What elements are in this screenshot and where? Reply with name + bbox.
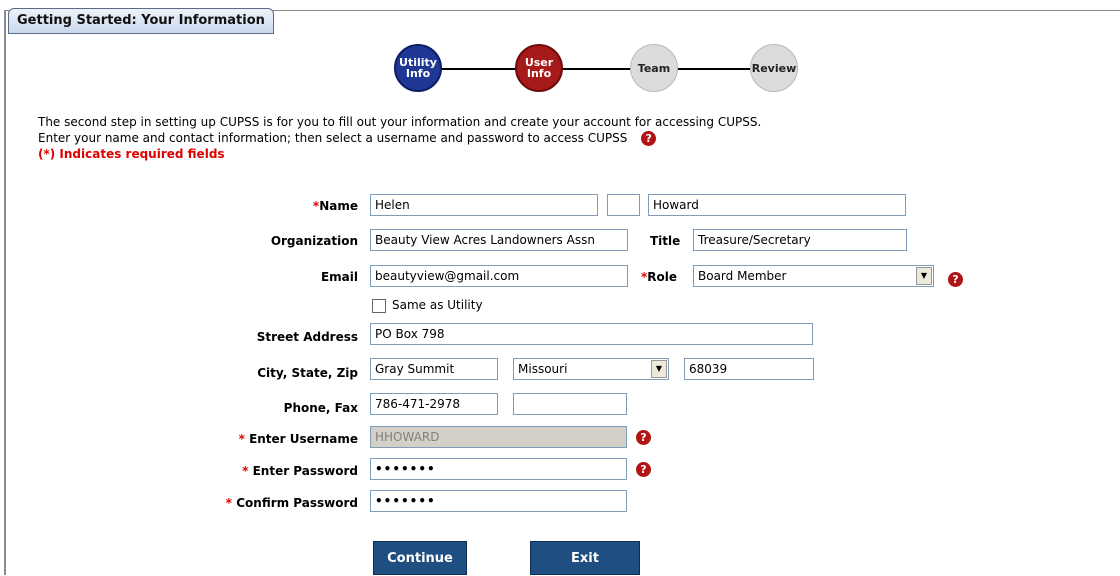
confirm-password-input[interactable]: ••••••• [370,490,627,512]
city-input[interactable]: Gray Summit [370,358,498,380]
username-label: * Enter Username [238,432,358,446]
password-input[interactable]: ••••••• [370,458,627,480]
email-label: Email [320,270,358,284]
first-name-input[interactable]: Helen [370,194,598,216]
role-label: *Role [641,270,678,284]
username-help-icon[interactable]: ? [636,430,651,445]
page-title-tab: Getting Started: Your Information [8,8,274,34]
name-label: *Name [312,199,358,213]
intro-line-1: The second step in setting up CUPSS is f… [38,115,762,129]
step-connector [438,68,520,70]
state-select[interactable]: Missouri ▼ [513,358,669,380]
organization-input[interactable]: Beauty View Acres Landowners Assn [370,229,628,251]
phone-input[interactable]: 786-471-2978 [370,393,498,415]
password-label: * Enter Password [242,464,358,478]
step-utility-info: Utility Info [394,44,442,92]
step-user-info: User Info [515,44,563,92]
last-name-input[interactable]: Howard [648,194,906,216]
same-as-utility-label: Same as Utility [392,298,483,312]
chevron-down-icon[interactable]: ▼ [651,360,667,378]
exit-button[interactable]: Exit [530,541,640,575]
continue-button[interactable]: Continue [373,541,467,575]
role-help-icon[interactable]: ? [948,272,963,287]
phone-fax-label: Phone, Fax [283,401,358,415]
role-select[interactable]: Board Member ▼ [693,265,934,287]
confirm-password-label: * Confirm Password [225,496,358,510]
progress-steps: Utility Info User Info Team Review [390,44,810,94]
middle-initial-input[interactable] [607,194,640,216]
chevron-down-icon[interactable]: ▼ [916,267,932,285]
zip-input[interactable]: 68039 [684,358,814,380]
city-state-zip-label: City, State, Zip [257,366,358,380]
intro-line-2: Enter your name and contact information;… [38,130,761,146]
same-as-utility-checkbox[interactable] [372,299,386,313]
help-icon[interactable]: ? [641,131,657,146]
required-fields-note: (*) Indicates required fields [38,147,225,161]
fax-input[interactable] [513,393,627,415]
step-team: Team [630,44,678,92]
username-input[interactable]: HHOWARD [370,426,627,448]
title-label: Title [650,234,681,248]
intro-text: The second step in setting up CUPSS is f… [38,114,761,162]
password-help-icon[interactable]: ? [636,462,651,477]
street-address-input[interactable]: PO Box 798 [370,323,813,345]
step-review: Review [750,44,798,92]
organization-label: Organization [270,234,358,248]
email-input[interactable]: beautyview@gmail.com [370,265,628,287]
street-address-label: Street Address [256,330,358,344]
title-input[interactable]: Treasure/Secretary [693,229,907,251]
